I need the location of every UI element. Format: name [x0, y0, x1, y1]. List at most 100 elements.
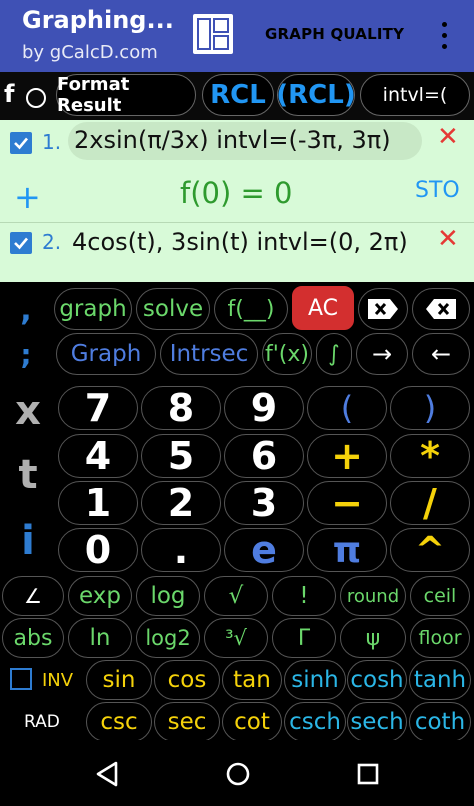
key-solve[interactable]: solve — [136, 288, 210, 330]
format-result-button[interactable]: Format Result — [56, 74, 196, 116]
key-4[interactable]: 4 — [58, 434, 138, 478]
key-power[interactable]: ^ — [390, 528, 470, 572]
expr1-text: 2xsin(π/3x) intvl=(-3π, 3π) — [74, 126, 391, 154]
navigation-bar — [0, 740, 474, 806]
rcl-paren-button[interactable]: (RCL) — [276, 74, 356, 116]
key-tan[interactable]: tan — [222, 660, 282, 700]
key-csch[interactable]: csch — [284, 702, 346, 742]
key-sin[interactable]: sin — [86, 660, 152, 700]
key-log[interactable]: log — [136, 576, 200, 616]
result-text: f(0) = 0 — [180, 176, 292, 210]
backspace-icon — [426, 299, 456, 319]
rcl-button[interactable]: RCL — [202, 74, 274, 116]
key-arrow-left[interactable]: ← — [412, 333, 470, 375]
key-abs[interactable]: abs — [2, 618, 64, 658]
key-intrsec[interactable]: Intrsec — [160, 333, 258, 375]
key-log2[interactable]: log2 — [136, 618, 200, 658]
f-label: f — [4, 80, 15, 108]
app-bar: Graphing... by gCalcD.com GRAPH QUALITY — [0, 0, 474, 72]
key-3[interactable]: 3 — [224, 481, 304, 525]
key-divide[interactable]: / — [390, 481, 470, 525]
key-sinh[interactable]: sinh — [284, 660, 346, 700]
key-comma[interactable]: , — [8, 290, 44, 330]
f-toggle-icon[interactable] — [26, 88, 46, 108]
graph-quality-button[interactable]: GRAPH QUALITY — [265, 25, 404, 43]
key-lparen[interactable]: ( — [307, 386, 387, 430]
recents-icon[interactable] — [356, 762, 380, 786]
key-sec[interactable]: sec — [154, 702, 220, 742]
inv-label: INV — [42, 670, 74, 691]
add-expression-icon[interactable]: + — [14, 178, 41, 216]
home-icon[interactable] — [224, 760, 252, 788]
key-round[interactable]: round — [340, 576, 406, 616]
key-1[interactable]: 1 — [58, 481, 138, 525]
key-9[interactable]: 9 — [224, 386, 304, 430]
key-floor[interactable]: floor — [410, 618, 470, 658]
key-2[interactable]: 2 — [141, 481, 221, 525]
expr1-number: 1. — [42, 130, 62, 154]
expr1-delete-icon[interactable]: ✕ — [437, 122, 459, 152]
app-subtitle: by gCalcD.com — [22, 42, 158, 63]
app-title: Graphing... — [22, 6, 174, 34]
key-cbrt[interactable]: ³√ — [204, 618, 268, 658]
key-rad[interactable]: RAD — [24, 712, 60, 732]
key-8[interactable]: 8 — [141, 386, 221, 430]
toolbar: f Format Result RCL (RCL) intvl=( — [0, 72, 474, 121]
expr-divider — [0, 222, 474, 223]
key-e[interactable]: e — [224, 528, 304, 572]
key-exp[interactable]: exp — [68, 576, 132, 616]
key-backspace[interactable] — [412, 288, 470, 330]
key-x[interactable]: x — [4, 388, 52, 434]
key-arrow-right[interactable]: → — [356, 333, 408, 375]
sto-button[interactable]: STO — [415, 178, 460, 203]
key-7[interactable]: 7 — [58, 386, 138, 430]
key-derivative[interactable]: f'(x) — [262, 333, 312, 375]
key-backspace-right[interactable] — [358, 288, 408, 330]
key-t[interactable]: t — [4, 450, 52, 500]
more-options-icon[interactable] — [432, 18, 456, 54]
key-sech[interactable]: sech — [347, 702, 407, 742]
key-cosh[interactable]: cosh — [347, 660, 407, 700]
key-csc[interactable]: csc — [86, 702, 152, 742]
key-ac[interactable]: AC — [292, 286, 354, 330]
key-psi[interactable]: ψ — [340, 618, 406, 658]
key-semicolon[interactable]: ; — [8, 334, 44, 374]
key-graph[interactable]: graph — [54, 288, 132, 330]
key-5[interactable]: 5 — [141, 434, 221, 478]
key-graph-btn[interactable]: Graph — [56, 333, 156, 375]
key-cot[interactable]: cot — [222, 702, 282, 742]
result-value: f(0) = 0 — [180, 176, 293, 210]
key-factorial[interactable]: ! — [272, 576, 336, 616]
key-rparen[interactable]: ) — [390, 386, 470, 430]
layout-toggle-icon[interactable] — [193, 14, 233, 54]
expr2-checkbox[interactable] — [10, 232, 32, 254]
expr2-delete-icon[interactable]: ✕ — [437, 224, 459, 254]
check-icon — [14, 237, 28, 250]
key-minus[interactable]: − — [307, 481, 387, 525]
expr1-checkbox[interactable] — [10, 132, 32, 154]
key-dot[interactable]: . — [141, 528, 221, 572]
key-plus[interactable]: + — [307, 434, 387, 478]
expr2-number: 2. — [42, 230, 62, 254]
key-cos[interactable]: cos — [154, 660, 220, 700]
key-6[interactable]: 6 — [224, 434, 304, 478]
key-sqrt[interactable]: √ — [204, 576, 268, 616]
intvl-button[interactable]: intvl=( — [360, 74, 470, 116]
key-multiply[interactable]: * — [390, 434, 470, 478]
key-0[interactable]: 0 — [58, 528, 138, 572]
key-pi[interactable]: π — [307, 528, 387, 572]
back-icon[interactable] — [94, 760, 120, 788]
expr2-text[interactable]: 4cos(t), 3sin(t) intvl=(0, 2π) — [72, 228, 408, 256]
key-ln[interactable]: ln — [68, 618, 132, 658]
backspace-right-icon — [368, 299, 398, 319]
key-ceil[interactable]: ceil — [410, 576, 470, 616]
key-tanh[interactable]: tanh — [409, 660, 471, 700]
key-angle[interactable]: ∠ — [2, 576, 64, 616]
inv-checkbox[interactable] — [10, 668, 32, 690]
key-i[interactable]: i — [4, 516, 52, 566]
key-f-blank[interactable]: f(__) — [214, 288, 288, 330]
key-integral[interactable]: ∫ — [316, 333, 352, 375]
check-icon — [14, 137, 28, 150]
key-gamma[interactable]: Γ — [272, 618, 336, 658]
key-coth[interactable]: coth — [409, 702, 471, 742]
